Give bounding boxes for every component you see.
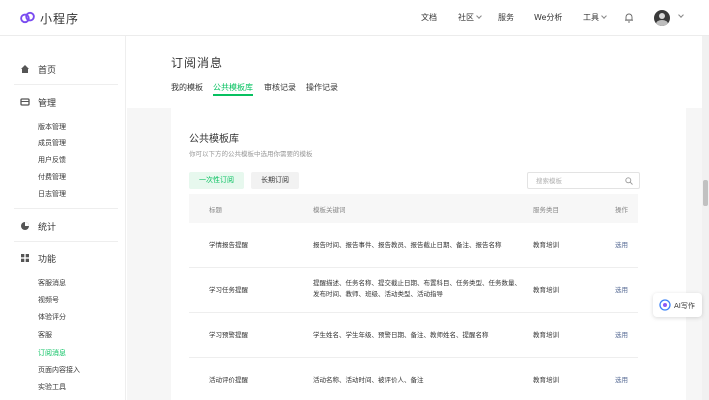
manage-icon: [20, 98, 30, 106]
one-time-subscription-button[interactable]: 一次性订阅: [189, 172, 244, 189]
sidebar-section-label: 首页: [38, 66, 57, 76]
use-template-link[interactable]: 选用: [615, 285, 628, 296]
sidebar-divider: [14, 241, 118, 242]
tab-my-templates[interactable]: 我的模板: [171, 82, 203, 93]
sidebar-item-channels[interactable]: 视频号: [38, 295, 59, 305]
sidebar-divider: [14, 84, 118, 85]
template-title: 活动评价提醒: [209, 376, 248, 384]
sidebar-section-label: 功能: [38, 255, 57, 265]
chevron-down-icon: [601, 13, 607, 19]
use-template-link[interactable]: 选用: [615, 375, 628, 386]
card-title: 公共模板库: [189, 134, 239, 145]
card-description: 你可以下方的公共模板中选用你需要的模板: [189, 150, 313, 158]
table-row: 学习任务提醒 提醒描述、任务名称、提交截止日期、布置科目、任务类型、任务数量、发…: [189, 268, 638, 313]
template-keywords: 报告时间、报告事件、报告教员、报告截止日期、备注、报告名称: [313, 241, 502, 249]
bell-icon[interactable]: [624, 12, 634, 23]
sidebar-section-label: 统计: [38, 223, 57, 233]
sidebar-item-subscription[interactable]: 订阅消息: [38, 348, 66, 358]
table-row: 活动评价提醒 活动名称、活动时间、被评价人、备注 教育培训 选用: [189, 358, 638, 400]
sidebar-section-label: 管理: [38, 99, 57, 109]
nav-label: 服务: [498, 13, 514, 22]
use-template-link[interactable]: 选用: [615, 240, 628, 251]
nav-services[interactable]: 服务: [498, 12, 514, 23]
sidebar-item-payment[interactable]: 付费管理: [38, 172, 66, 182]
nav-label: 社区: [458, 13, 474, 22]
ai-sparkle-icon: [659, 299, 671, 311]
template-title: 学习预警提醒: [209, 331, 248, 339]
scrollbar-thumb[interactable]: [703, 180, 708, 206]
column-header-action: 操作: [615, 206, 628, 214]
search-icon[interactable]: [625, 177, 633, 185]
template-category: 教育培训: [533, 286, 559, 294]
nav-label: We分析: [534, 13, 563, 22]
ai-writing-button[interactable]: AI写作: [653, 293, 702, 317]
long-term-subscription-button[interactable]: 长期订阅: [251, 172, 299, 189]
sidebar-item-logs[interactable]: 日志管理: [38, 189, 66, 199]
template-library-card: 公共模板库 你可以下方的公共模板中选用你需要的模板 一次性订阅 长期订阅 标题 …: [171, 108, 686, 400]
scrollbar-track[interactable]: [702, 36, 709, 400]
sidebar-item-feedback[interactable]: 用户反馈: [38, 155, 66, 165]
chevron-down-icon[interactable]: [678, 12, 684, 18]
user-avatar[interactable]: [654, 10, 670, 26]
top-bar: 小程序 文档 社区 服务 We分析 工具: [0, 0, 709, 36]
sidebar-item-experiment[interactable]: 实验工具: [38, 382, 66, 392]
template-title: 学情报告提醒: [209, 241, 248, 249]
nav-we-analysis[interactable]: We分析: [534, 12, 562, 23]
sidebar-item-customer-msg[interactable]: 客服消息: [38, 278, 66, 288]
nav-label: 文档: [421, 13, 437, 22]
app-name: 小程序: [40, 12, 80, 26]
active-tab-indicator: [213, 94, 253, 96]
nav-tools[interactable]: 工具: [583, 12, 607, 23]
sidebar-divider: [14, 208, 118, 209]
stats-icon: [21, 222, 29, 230]
ai-writing-label: AI写作: [674, 302, 695, 310]
main-content: 订阅消息 我的模板 公共模板库 审核记录 操作记录 公共模板库 你可以下方的公共…: [127, 36, 709, 400]
column-header-keywords: 模板关键词: [313, 206, 346, 214]
use-template-link[interactable]: 选用: [615, 330, 628, 341]
template-title: 学习任务提醒: [209, 286, 248, 294]
nav-docs[interactable]: 文档: [421, 12, 437, 23]
table-row: 学情报告提醒 报告时间、报告事件、报告教员、报告截止日期、备注、报告名称 教育培…: [189, 223, 638, 268]
template-keywords: 提醒描述、任务名称、提交截止日期、布置科目、任务类型、任务数量、发布时间、教师、…: [313, 279, 521, 298]
miniprogram-logo-icon[interactable]: [19, 9, 36, 26]
sidebar-item-customer-service[interactable]: 客服: [38, 330, 52, 340]
column-header-category: 服务类目: [533, 206, 559, 214]
table-row: 学习预警提醒 学生姓名、学生年级、预警日期、备注、教师姓名、提醒名称 教育培训 …: [189, 313, 638, 358]
nav-community[interactable]: 社区: [458, 12, 482, 23]
nav-label: 工具: [583, 13, 599, 22]
template-category: 教育培训: [533, 376, 559, 384]
sidebar-item-experience-score[interactable]: 体验评分: [38, 312, 66, 322]
sidebar: 首页 管理 版本管理 成员管理 用户反馈 付费管理 日志管理 统计 功能 客服消…: [0, 36, 126, 400]
chevron-down-icon: [476, 13, 482, 19]
table-header: 标题 模板关键词 服务类目 操作: [189, 194, 638, 223]
search-input[interactable]: [536, 176, 621, 186]
home-icon: [21, 65, 29, 73]
page-header: 订阅消息 我的模板 公共模板库 审核记录 操作记录: [127, 36, 709, 108]
template-keywords: 学生姓名、学生年级、预警日期、备注、教师姓名、提醒名称: [313, 331, 489, 339]
template-search-box: [527, 172, 640, 189]
column-header-title: 标题: [209, 206, 222, 214]
sidebar-item-version[interactable]: 版本管理: [38, 122, 66, 132]
tab-public-library[interactable]: 公共模板库: [213, 82, 253, 93]
template-keywords: 活动名称、活动时间、被评价人、备注: [313, 376, 424, 384]
tab-review-records[interactable]: 审核记录: [264, 82, 296, 93]
template-category: 教育培训: [533, 331, 559, 339]
sidebar-item-members[interactable]: 成员管理: [38, 138, 66, 148]
page-title: 订阅消息: [171, 56, 224, 70]
sidebar-item-page-content[interactable]: 页面内容接入: [38, 365, 80, 375]
template-category: 教育培训: [533, 241, 559, 249]
tab-operation-records[interactable]: 操作记录: [306, 82, 338, 93]
function-icon: [21, 254, 29, 262]
